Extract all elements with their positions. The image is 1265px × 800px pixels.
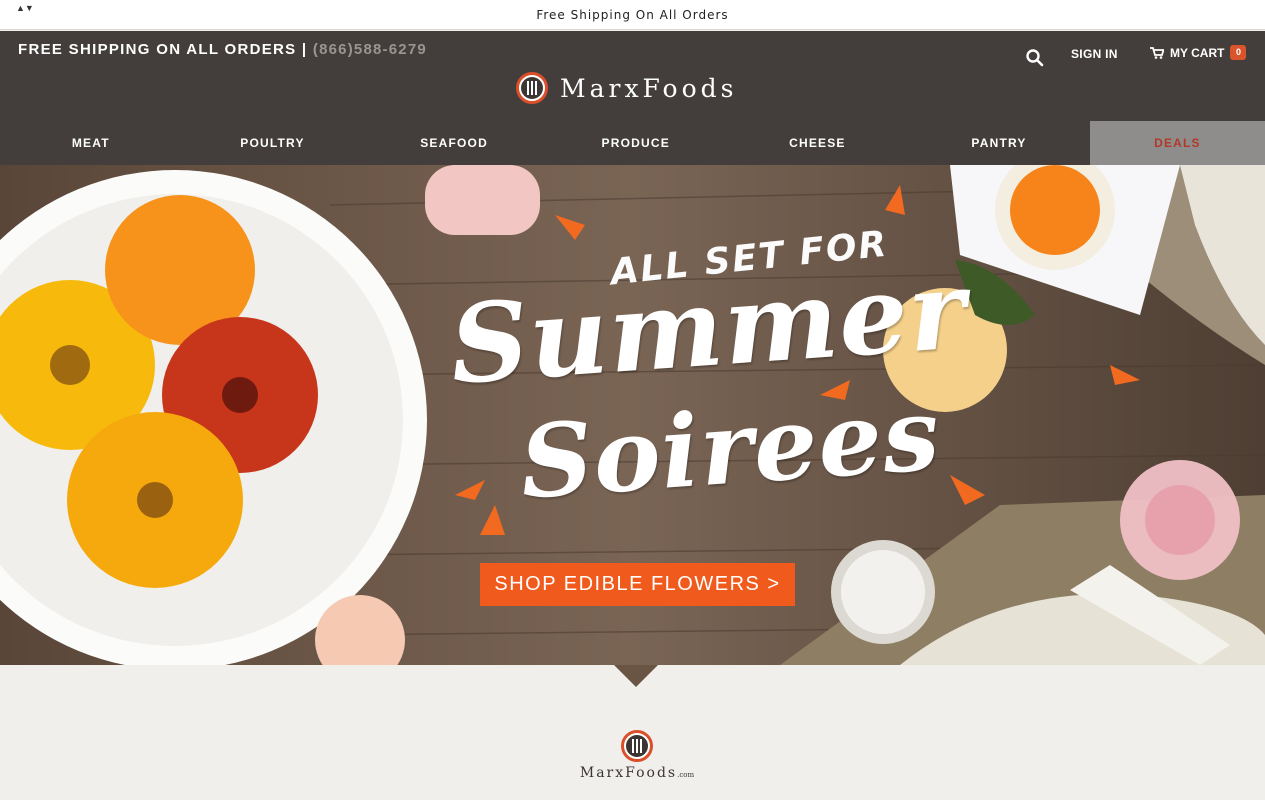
search-icon[interactable] xyxy=(1025,48,1045,68)
announcement-bar: ▲▼ Free Shipping On All Orders xyxy=(0,0,1265,30)
footer-brand-text: MarxFoods xyxy=(579,765,678,781)
sign-in-link[interactable]: SIGN IN xyxy=(1071,47,1118,61)
site-logo[interactable]: MarxFoods xyxy=(516,71,737,105)
footer-brand-suffix: .com xyxy=(677,771,695,779)
brand-name: MarxFoods xyxy=(560,73,738,103)
announcement-text: Free Shipping On All Orders xyxy=(536,8,729,22)
cart-label: MY CART xyxy=(1170,45,1225,60)
cart-icon xyxy=(1150,46,1164,59)
footer-brand-name: MarxFoods.com xyxy=(572,765,702,781)
nav-item-meat[interactable]: MEAT xyxy=(0,121,182,165)
nav-item-produce[interactable]: PRODUCE xyxy=(545,121,727,165)
main-nav: MEAT POULTRY SEAFOOD PRODUCE CHEESE PANT… xyxy=(0,121,1265,165)
cart-count-badge: 0 xyxy=(1230,45,1247,60)
cart-button[interactable]: MY CART 0 xyxy=(1150,45,1247,60)
footer-logo[interactable]: MarxFoods.com xyxy=(572,730,702,781)
nav-item-deals[interactable]: DEALS xyxy=(1089,121,1265,165)
fork-logo-icon xyxy=(621,730,653,762)
nav-item-pantry[interactable]: PANTRY xyxy=(908,121,1090,165)
shipping-banner: FREE SHIPPING ON ALL ORDERS | (866)588-6… xyxy=(18,41,427,58)
phone-number[interactable]: (866)588-6279 xyxy=(313,41,427,58)
shop-edible-flowers-button[interactable]: SHOP EDIBLE FLOWERS > xyxy=(480,563,795,606)
shipping-text: FREE SHIPPING ON ALL ORDERS | xyxy=(18,41,308,58)
nav-item-poultry[interactable]: POULTRY xyxy=(182,121,364,165)
nav-item-seafood[interactable]: SEAFOOD xyxy=(363,121,545,165)
hero-pointer xyxy=(614,665,658,687)
hero-headline-line2: Soirees xyxy=(516,374,944,522)
site-header: FREE SHIPPING ON ALL ORDERS | (866)588-6… xyxy=(0,31,1265,121)
fork-logo-icon xyxy=(516,72,548,104)
nav-item-cheese[interactable]: CHEESE xyxy=(727,121,909,165)
